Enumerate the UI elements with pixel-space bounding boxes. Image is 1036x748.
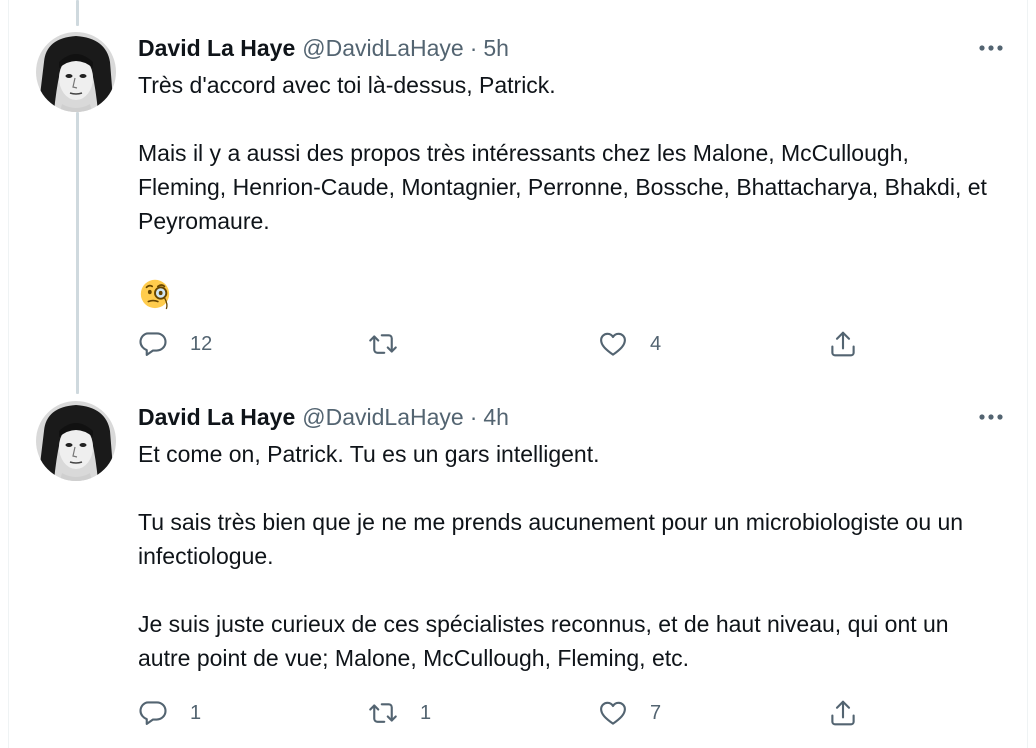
retweet-count: 1 xyxy=(420,701,432,724)
tweet-paragraph: Tu sais très bien que je ne me prends au… xyxy=(138,509,964,569)
share-icon xyxy=(831,331,855,357)
avatar[interactable] xyxy=(36,401,116,481)
more-options-button[interactable] xyxy=(974,34,1008,62)
retweet-button[interactable]: 1 xyxy=(368,693,431,733)
reply-button[interactable]: 12 xyxy=(138,324,212,364)
timeline-left-border xyxy=(8,0,9,748)
tweet-paragraph: Mais il y a aussi des propos très intére… xyxy=(138,140,987,234)
separator-dot: · xyxy=(469,403,478,430)
share-button[interactable] xyxy=(828,324,858,364)
avatar[interactable] xyxy=(36,32,116,112)
separator-dot: · xyxy=(469,34,478,61)
retweet-button[interactable] xyxy=(368,324,420,364)
reply-button[interactable]: 1 xyxy=(138,693,201,733)
like-button[interactable]: 7 xyxy=(598,693,661,733)
avatar-image xyxy=(36,401,116,481)
tweet-paragraph: Et come on, Patrick. Tu es un gars intel… xyxy=(138,441,600,467)
thread-connector-line xyxy=(76,0,79,26)
reply-icon xyxy=(139,701,167,725)
reply-icon xyxy=(139,332,167,356)
tweet-paragraph: Très d'accord avec toi là-dessus, Patric… xyxy=(138,72,556,98)
reply-count: 1 xyxy=(190,701,202,724)
timestamp[interactable]: 5h xyxy=(483,35,509,62)
user-handle[interactable]: @DavidLaHaye xyxy=(302,404,463,431)
display-name[interactable]: David La Haye xyxy=(138,35,295,62)
retweet-icon xyxy=(369,334,397,354)
like-count: 7 xyxy=(650,701,662,724)
more-horizontal-icon xyxy=(979,414,1003,420)
display-name[interactable]: David La Haye xyxy=(138,404,295,431)
timeline-right-border xyxy=(1027,0,1028,748)
like-button[interactable]: 4 xyxy=(598,324,661,364)
tweet-paragraph: Je suis juste curieux de ces spécialiste… xyxy=(138,611,949,671)
timestamp[interactable]: 4h xyxy=(483,404,509,431)
tweet-actions: 1 1 7 xyxy=(138,693,898,733)
tweet-text: Très d'accord avec toi là-dessus, Patric… xyxy=(138,68,998,319)
user-handle[interactable]: @DavidLaHaye xyxy=(302,35,463,62)
tweet-actions: 12 4 xyxy=(138,324,898,364)
reply-count: 12 xyxy=(190,332,213,355)
heart-icon xyxy=(600,332,626,356)
tweet[interactable]: David La Haye @DavidLaHaye · 4h Et come … xyxy=(36,397,1012,748)
avatar-image xyxy=(36,32,116,112)
tweet-header: David La Haye @DavidLaHaye · 5h xyxy=(138,32,509,64)
heart-icon xyxy=(600,701,626,725)
tweet-text: Et come on, Patrick. Tu es un gars intel… xyxy=(138,437,998,675)
retweet-icon xyxy=(369,703,397,723)
like-count: 4 xyxy=(650,332,662,355)
tweet[interactable]: David La Haye @DavidLaHaye · 5h Très d'a… xyxy=(36,28,1012,388)
share-button[interactable] xyxy=(828,693,858,733)
monocle-face-emoji-icon xyxy=(140,279,170,310)
more-horizontal-icon xyxy=(979,45,1003,51)
share-icon xyxy=(831,700,855,726)
tweet-header: David La Haye @DavidLaHaye · 4h xyxy=(138,401,509,433)
more-options-button[interactable] xyxy=(974,403,1008,431)
